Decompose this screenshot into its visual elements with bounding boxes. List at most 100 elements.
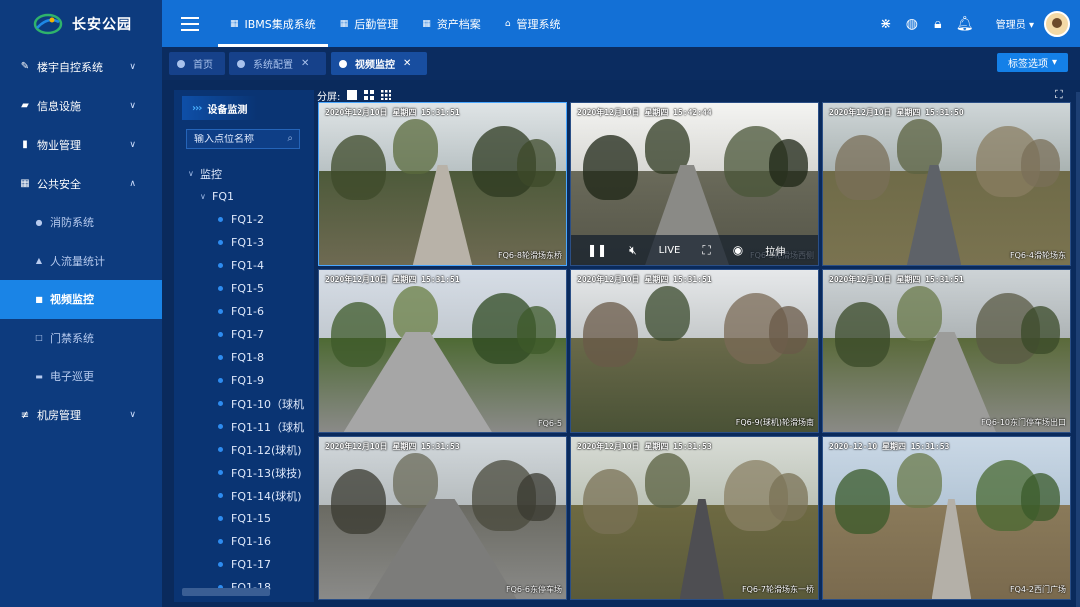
camera-feed[interactable]: 2020年12月10日 星期四 15:31:51 FQ6-9(球机)轮滑场南 bbox=[570, 269, 819, 433]
wrench-icon: ✎ bbox=[20, 61, 30, 72]
live-label[interactable]: LIVE bbox=[659, 245, 681, 256]
tree-leaf-item[interactable]: FQ1-3 bbox=[174, 231, 314, 254]
tree-leaf-item[interactable]: FQ1-16 bbox=[174, 530, 314, 553]
feed-timestamp: 2020年12月10日 星期四 15:31:51 bbox=[577, 275, 712, 284]
split-4-icon[interactable] bbox=[364, 90, 375, 100]
server-icon: ≢ bbox=[20, 409, 30, 421]
pause-icon[interactable]: ❚❚ bbox=[587, 243, 607, 257]
camera-dot-icon bbox=[218, 378, 223, 383]
tag-options-button[interactable]: 标签选项 ▾ bbox=[997, 53, 1068, 72]
grid-icon: ▦ bbox=[339, 18, 349, 29]
tag-options-label: 标签选项 bbox=[1007, 59, 1048, 70]
camera-feed[interactable]: 2020年12月10日 星期四 15:42:44FQ6-3轮滑场西侧❚❚🔇︎LI… bbox=[570, 102, 819, 266]
tree-leaf-item[interactable]: FQ1-4 bbox=[174, 254, 314, 277]
tree-leaf-label: FQ1-8 bbox=[231, 351, 264, 364]
camera-feed[interactable]: 2020年12月10日 星期四 15:31:53 FQ6-7轮滑场东一桥 bbox=[570, 436, 819, 600]
snapshot-icon[interactable]: ◉ bbox=[733, 243, 743, 257]
camera-feed[interactable]: 2020年12月10日 星期四 15:31:51 FQ6-8轮滑场东桥 bbox=[318, 102, 567, 266]
globe-icon[interactable]: ◍ bbox=[904, 16, 920, 32]
close-icon[interactable]: ✕ bbox=[403, 58, 411, 69]
tab-label: 资产档案 bbox=[436, 17, 481, 31]
avatar[interactable] bbox=[1044, 10, 1070, 37]
tree-leaf-item[interactable]: FQ1-13(球技) bbox=[174, 461, 314, 484]
sidebar-item-people-flow[interactable]: ▲ 人流量统计 bbox=[0, 242, 162, 281]
split-1-icon[interactable] bbox=[347, 90, 358, 100]
sidebar-item-label: 消防系统 bbox=[50, 216, 94, 230]
camera-feed[interactable]: 2020年12月10日 星期四 15:31:50 FQ6-4滑轮场东 bbox=[822, 102, 1071, 266]
tree-leaf-item[interactable]: FQ1-12(球机) bbox=[174, 438, 314, 461]
point-search-input[interactable] bbox=[194, 133, 279, 145]
search-icon[interactable]: ⌕ bbox=[287, 133, 293, 144]
fullscreen-icon[interactable]: ⛶ bbox=[1055, 88, 1063, 102]
stretch-label[interactable]: 拉伸 bbox=[765, 243, 785, 258]
tree-leaf-label: FQ1-13(球技) bbox=[231, 466, 302, 480]
close-icon[interactable]: ✕ bbox=[301, 58, 309, 69]
tree-leaf-item[interactable]: FQ1-2 bbox=[174, 208, 314, 231]
mute-icon[interactable]: 🔇︎ bbox=[629, 243, 637, 258]
tree-leaf-item[interactable]: FQ1-6 bbox=[174, 300, 314, 323]
camera-feed[interactable]: 2020年12月10日 星期四 15:31:53 FQ6-6东停车场 bbox=[318, 436, 567, 600]
tab-ibms[interactable]: ▦ IBMS集成系统 bbox=[218, 0, 328, 47]
tree-leaf-item[interactable]: FQ1-9 bbox=[174, 369, 314, 392]
user-menu[interactable]: 管理员 ▾ bbox=[996, 16, 1034, 31]
tree-node-root[interactable]: ∨ 监控 bbox=[174, 162, 314, 185]
feed-timestamp: 2020年12月10日 星期四 15:31:50 bbox=[829, 108, 964, 117]
tree-leaf-item[interactable]: FQ1-14(球机) bbox=[174, 484, 314, 507]
tree-leaf-label: FQ1-11（球机 bbox=[231, 420, 304, 434]
page-tab-system-config[interactable]: 系统配置 ✕ bbox=[229, 52, 326, 75]
page-scrollbar[interactable] bbox=[1076, 92, 1080, 607]
sidebar-item-public-safety[interactable]: ▦ 公共安全 ∧ bbox=[0, 164, 162, 203]
feed-tree bbox=[897, 453, 942, 509]
tree-leaf-label: FQ1-3 bbox=[231, 236, 264, 249]
chat-icon: ▰ bbox=[21, 100, 29, 111]
split-9-icon[interactable] bbox=[381, 90, 392, 100]
feed-tree bbox=[516, 472, 557, 522]
tree-leaf-item[interactable]: FQ1-11（球机 bbox=[174, 415, 314, 438]
tree-leaf-item[interactable]: FQ1-15 bbox=[174, 507, 314, 530]
feed-timestamp: 2020年12月10日 星期四 15:31:51 bbox=[325, 275, 460, 284]
tree-leaf-item[interactable]: FQ1-5 bbox=[174, 277, 314, 300]
sidebar-item-info-facility[interactable]: ▰ 信息设施 ∨ bbox=[0, 86, 162, 125]
sidebar-item-label: 门禁系统 bbox=[50, 331, 94, 345]
sidebar-item-label: 楼宇自控系统 bbox=[37, 60, 103, 74]
sidebar-item-label: 电子巡更 bbox=[50, 370, 94, 384]
feed-tree bbox=[331, 302, 386, 368]
tree-leaf-item[interactable]: FQ1-17 bbox=[174, 553, 314, 576]
page-tab-home[interactable]: 首页 bbox=[169, 52, 225, 75]
menu-toggle-icon[interactable] bbox=[162, 0, 218, 47]
feed-tree bbox=[768, 472, 809, 522]
tab-logistics[interactable]: ▦ 后勤管理 bbox=[328, 0, 411, 47]
sidebar-item-building-control[interactable]: ✎ 楼宇自控系统 ∨ bbox=[0, 47, 162, 86]
caret-down-icon: ∨ bbox=[188, 169, 194, 178]
camera-feed[interactable]: 2020年12月10日 星期四 15:31:51 FQ6-5 bbox=[318, 269, 567, 433]
tree-leaf-label: FQ1-10（球机 bbox=[231, 397, 304, 411]
sidebar-item-fire[interactable]: ● 消防系统 bbox=[0, 203, 162, 242]
sidebar-item-property[interactable]: ▮ 物业管理 ∨ bbox=[0, 125, 162, 164]
camera-feed[interactable]: 2020-12-10 星期四 15:31:53 FQ4-2西门广场 bbox=[822, 436, 1071, 600]
tab-assets[interactable]: ▦ 资产档案 bbox=[410, 0, 493, 47]
tree-leaf-item[interactable]: FQ1-7 bbox=[174, 323, 314, 346]
sidebar-item-label: 公共安全 bbox=[37, 177, 81, 191]
tree-leaf-item[interactable]: FQ1-8 bbox=[174, 346, 314, 369]
tree-node-group[interactable]: ∨ FQ1 bbox=[174, 185, 314, 208]
player-control-bar: ❚❚ 🔇︎ LIVE ⛶ ◉ 拉伸 bbox=[571, 235, 818, 265]
feed-camera-name: FQ6-6东停车场 bbox=[506, 585, 562, 594]
camera-feed[interactable]: 2020年12月10日 星期四 15:31:51 FQ6-10东门停车场出口 bbox=[822, 269, 1071, 433]
expand-icon[interactable]: ⋇ bbox=[878, 16, 894, 32]
tree-leaf-item[interactable]: FQ1-10（球机 bbox=[174, 392, 314, 415]
fullscreen-icon[interactable]: ⛶ bbox=[702, 243, 710, 258]
sidebar-item-server-room[interactable]: ≢ 机房管理 ∨ bbox=[0, 396, 162, 435]
tree-leaf-label: FQ1-4 bbox=[231, 259, 264, 272]
sidebar-item-access-control[interactable]: □ 门禁系统 bbox=[0, 319, 162, 358]
device-panel-title: 设备监测 bbox=[207, 104, 248, 116]
lock-icon[interactable]: 🔒︎ bbox=[930, 16, 946, 32]
sidebar-item-video-monitor[interactable]: ■ 视频监控 bbox=[0, 280, 162, 319]
feed-tree bbox=[768, 138, 809, 188]
device-tree-panel: ››› 设备监测 ⌕ ∨ 监控 ∨ FQ1 FQ1-2 FQ1-3 FQ1-4 FQ1… bbox=[174, 90, 314, 602]
sidebar-item-patrol[interactable]: ▬ 电子巡更 bbox=[0, 357, 162, 396]
bell-icon[interactable]: 🔔︎ bbox=[956, 16, 974, 32]
chevron-down-icon: ∨ bbox=[129, 61, 136, 72]
page-tab-video-monitor[interactable]: 视频监控 ✕ bbox=[331, 52, 427, 75]
tab-management[interactable]: ⌂ 管理系统 bbox=[493, 0, 573, 47]
tree-scrollbar[interactable] bbox=[182, 588, 270, 596]
